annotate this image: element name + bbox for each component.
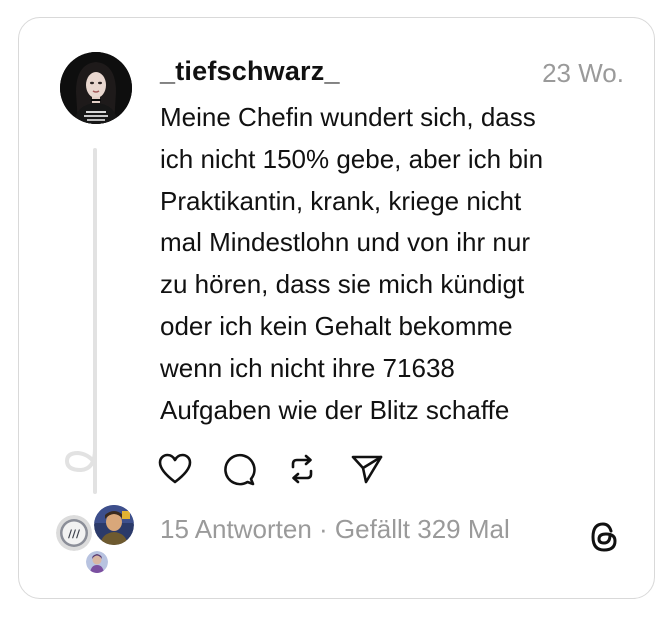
post-text-line: mal Mindestlohn und von ihr nur: [160, 227, 530, 258]
replier-avatar[interactable]: [94, 505, 134, 545]
post-text-line: ich nicht 150% gebe, aber ich bin: [160, 143, 544, 174]
post-text-line: Meine Chefin wundert sich, dass: [160, 102, 536, 132]
comment-button[interactable]: [222, 451, 286, 487]
post-text-line: zu hören, dass sie mich kündigt: [160, 269, 525, 300]
thread-line: [93, 148, 97, 494]
thread-curl-icon: [64, 447, 97, 473]
share-button[interactable]: [350, 451, 414, 487]
repost-button[interactable]: [286, 451, 350, 487]
post-text-line: wenn ich nicht ihre 71638: [160, 352, 455, 383]
post-stats: 15 Antworten · Gefällt 329 Mal: [160, 514, 510, 545]
like-button[interactable]: [158, 451, 222, 487]
repost-icon: [291, 454, 313, 484]
post-text-line: Aufgaben wie der Blitz schaffe: [160, 394, 510, 425]
svg-text:///: ///: [68, 528, 81, 541]
action-bar: [158, 451, 414, 487]
likes-count[interactable]: Gefällt 329 Mal: [335, 514, 510, 544]
post-text-line: oder ich kein Gehalt bekomme: [160, 310, 513, 341]
heart-icon: [158, 453, 192, 484]
stats-separator: ·: [311, 514, 335, 544]
replies-count[interactable]: 15 Antworten: [160, 514, 312, 544]
threads-logo-icon[interactable]: [588, 520, 620, 554]
post-text-line: Praktikantin, krank, kriege nicht: [160, 185, 522, 216]
author-avatar[interactable]: [60, 52, 132, 124]
replier-avatar[interactable]: [86, 551, 108, 573]
send-icon: [351, 455, 383, 484]
replier-avatar[interactable]: ///: [56, 515, 92, 551]
comment-icon: [224, 453, 256, 486]
username[interactable]: _tiefschwarz_: [160, 56, 340, 87]
post-timestamp[interactable]: 23 Wo.: [542, 58, 624, 89]
post-text: Meine Chefin wundert sich, dass ich nich…: [160, 97, 630, 431]
